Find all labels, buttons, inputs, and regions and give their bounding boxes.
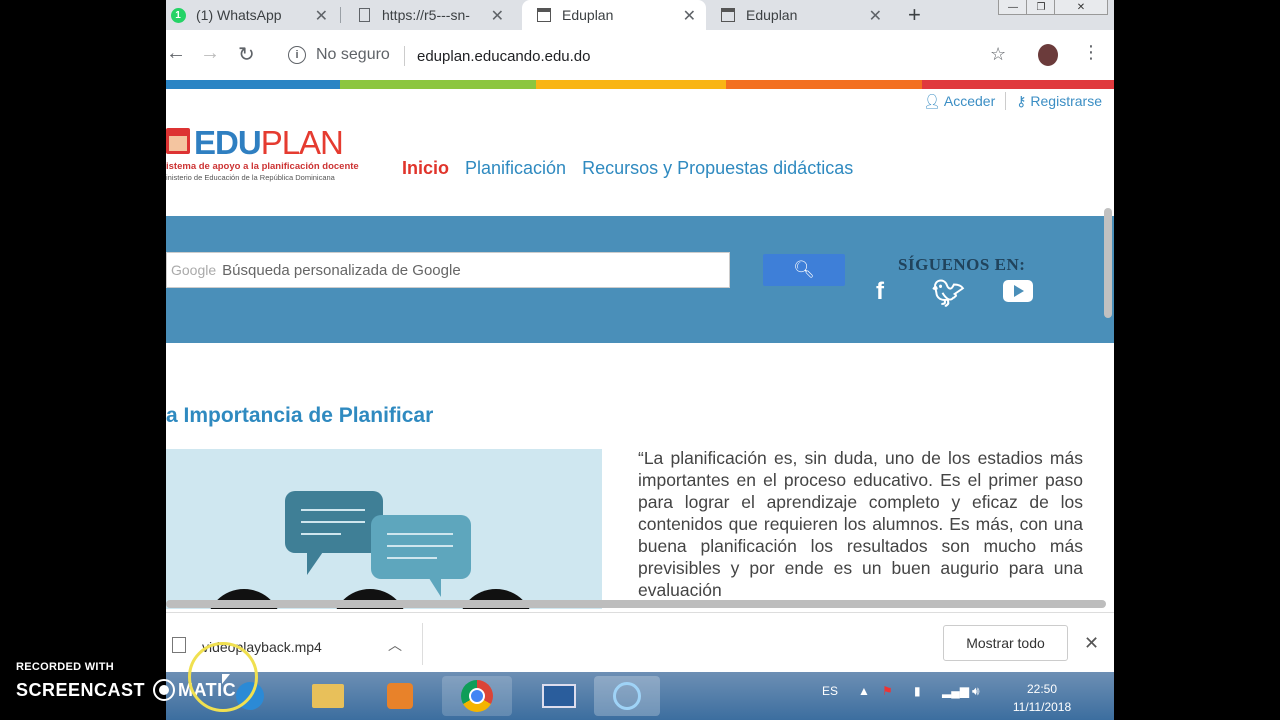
action-center-icon[interactable]: ⚑ (882, 684, 893, 698)
maximize-button[interactable]: ❐ (1026, 0, 1056, 15)
link-divider (1005, 92, 1007, 110)
security-label: No seguro (316, 46, 390, 63)
network-icon[interactable]: ▂▄▆ (942, 684, 969, 698)
tab-videoplayback[interactable]: https://r5---sn- ✕ (356, 0, 516, 30)
windows-taskbar: ES ▲ ⚑ ▮ ▂▄▆ 🔊︎ 22:50 11/11/2018 (166, 672, 1114, 720)
tab-whatsapp[interactable]: 1 (1) WhatsApp ✕ (170, 0, 338, 30)
chrome-icon[interactable] (442, 676, 512, 716)
watermark-recorded-with: RECORDED WITH (16, 661, 115, 673)
close-tab-icon[interactable]: ✕ (869, 6, 882, 26)
horizontal-scrollbar[interactable] (166, 600, 1106, 608)
color-bar (166, 80, 1114, 89)
bookmark-star-icon[interactable]: ☆ (990, 44, 1006, 65)
main-nav: Inicio Planificación Recursos y Propuest… (402, 158, 853, 179)
register-link[interactable]: ⚷ Registrarse (1016, 93, 1102, 110)
search-button[interactable]: 🔍︎ (763, 254, 845, 286)
color-bar-segment (340, 80, 536, 89)
back-button[interactable]: ← (166, 42, 186, 65)
window-close-button[interactable]: ✕ (1054, 0, 1108, 15)
tab-title: (1) WhatsApp (196, 7, 282, 23)
show-all-button[interactable]: Mostrar todo (943, 625, 1068, 661)
twitter-icon[interactable]: 🐦︎ (932, 278, 965, 309)
google-label: Google (171, 262, 217, 278)
close-tab-icon[interactable]: ✕ (491, 6, 504, 26)
tab-strip: 1 (1) WhatsApp ✕ https://r5---sn- ✕ Edup… (166, 0, 1114, 30)
browser-window: 1 (1) WhatsApp ✕ https://r5---sn- ✕ Edup… (166, 0, 1114, 720)
color-bar-segment (726, 80, 922, 89)
keyboard-icon[interactable] (526, 676, 592, 716)
browser-toolbar: ← → ↻ i No seguro eduplan.educando.edu.d… (166, 30, 1114, 81)
tab-title: Eduplan (562, 7, 614, 23)
logo-tagline: istema de apoyo a la planificación docen… (166, 161, 359, 172)
tab-eduplan-active[interactable]: Eduplan ✕ (522, 0, 706, 30)
youtube-icon[interactable] (1003, 280, 1033, 302)
document-icon (356, 7, 372, 23)
download-bar: videoplayback.mp4 ︿ Mostrar todo ✕ (166, 612, 1114, 673)
facebook-icon[interactable]: f (876, 278, 884, 306)
chevron-up-icon[interactable]: ︿ (388, 635, 402, 655)
color-bar-segment (166, 80, 340, 89)
tab-title: https://r5---sn- (382, 7, 470, 23)
calendar-logo-icon (166, 128, 190, 154)
media-player-icon[interactable] (376, 676, 424, 716)
new-tab-button[interactable]: + (908, 2, 921, 28)
screencast-app-icon[interactable] (594, 676, 660, 716)
nav-planificacion[interactable]: Planificación (465, 158, 566, 179)
speech-bubble-icon (285, 491, 383, 575)
web-page: 👤︎ Acceder ⚷ Registrarse EDUPLAN istema … (166, 80, 1114, 610)
tab-title: Eduplan (746, 7, 798, 23)
logo-ministry: inisterio de Educación de la República D… (166, 173, 335, 182)
chat-illustration (166, 449, 602, 609)
calendar-icon (720, 7, 736, 23)
tab-divider (340, 7, 341, 23)
minimize-button[interactable]: — (998, 0, 1028, 15)
close-tab-icon[interactable]: ✕ (315, 6, 328, 26)
search-input[interactable]: Google Búsqueda personalizada de Google (166, 252, 730, 288)
speech-bubble-icon (371, 515, 471, 597)
user-icon: 👤︎ (922, 92, 941, 109)
volume-icon[interactable]: 🔊︎ (972, 684, 980, 699)
close-tab-icon[interactable]: ✕ (683, 6, 696, 26)
eduplan-logo[interactable]: EDUPLAN istema de apoyo a la planificaci… (166, 122, 366, 192)
section-heading: a Importancia de Planificar (166, 404, 434, 427)
info-icon: i (288, 46, 306, 64)
color-bar-segment (922, 80, 1114, 89)
quote-paragraph: “La planificación es, sin duda, uno de l… (638, 448, 1083, 600)
divider (422, 623, 423, 665)
key-icon: ⚷ (1016, 92, 1027, 109)
clock[interactable]: 22:50 11/11/2018 (1002, 680, 1082, 716)
calendar-icon (536, 7, 552, 23)
nav-recursos[interactable]: Recursos y Propuestas didácticas (582, 158, 853, 179)
search-placeholder: Búsqueda personalizada de Google (222, 261, 461, 279)
reload-button[interactable]: ↻ (238, 42, 255, 67)
mouse-pointer-icon (222, 674, 230, 684)
show-hidden-icons-icon[interactable]: ▲ (858, 684, 870, 698)
close-download-bar-icon[interactable]: ✕ (1084, 633, 1099, 654)
address-bar[interactable]: eduplan.educando.edu.do (417, 48, 591, 65)
color-bar-segment (536, 80, 726, 89)
search-banner: Google Búsqueda personalizada de Google … (166, 216, 1114, 343)
record-icon (153, 679, 176, 701)
tab-eduplan[interactable]: Eduplan ✕ (720, 0, 892, 30)
search-icon: 🔍︎ (793, 260, 815, 279)
account-links: 👤︎ Acceder ⚷ Registrarse (923, 92, 1102, 110)
login-link[interactable]: 👤︎ Acceder (923, 93, 995, 110)
profile-avatar[interactable] (1038, 44, 1058, 66)
vertical-scrollbar[interactable] (1104, 208, 1112, 318)
follow-label: SÍGUENOS EN: (898, 255, 1026, 274)
url-divider (404, 46, 405, 66)
logo-wordmark: EDUPLAN (194, 124, 344, 161)
whatsapp-icon: 1 (170, 7, 186, 23)
security-indicator[interactable]: i No seguro (288, 46, 390, 64)
language-indicator[interactable]: ES (822, 684, 838, 698)
nav-inicio[interactable]: Inicio (402, 158, 449, 179)
power-icon[interactable]: ▮ (914, 684, 921, 698)
browser-menu-icon[interactable]: ⋮ (1082, 42, 1100, 63)
file-explorer-icon[interactable] (304, 676, 352, 716)
file-icon (172, 637, 186, 653)
forward-button[interactable]: → (200, 42, 220, 65)
